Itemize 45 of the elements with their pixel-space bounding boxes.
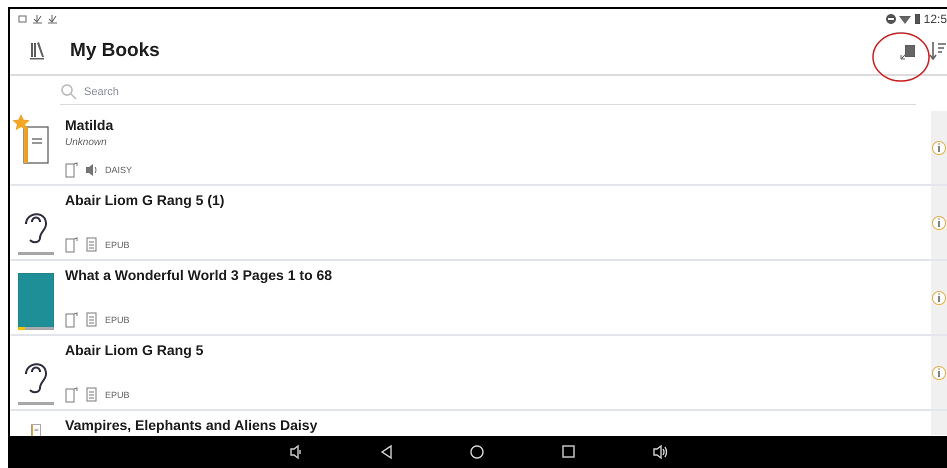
book-author: Unknown bbox=[65, 137, 108, 148]
volume-down-icon bbox=[289, 444, 303, 460]
wifi-icon bbox=[898, 14, 911, 24]
book-title[interactable]: What a Wonderful World 3 Pages 1 to 68 bbox=[65, 267, 931, 283]
book-row[interactable]: Matilda Unknown DAISY bbox=[10, 111, 947, 186]
download-icon bbox=[33, 14, 42, 24]
back-icon bbox=[379, 444, 393, 460]
info-column bbox=[931, 411, 947, 436]
download-icon bbox=[48, 14, 57, 24]
book-row[interactable]: Abair Liom G Rang 5 EPUB bbox=[10, 336, 947, 411]
book-title[interactable]: Matilda bbox=[65, 117, 931, 133]
sort-icon bbox=[929, 41, 947, 61]
book-format: EPUB bbox=[105, 315, 130, 325]
home-icon bbox=[469, 444, 485, 460]
document-icon bbox=[85, 312, 99, 328]
progress-bar bbox=[18, 252, 54, 255]
book-format: EPUB bbox=[105, 390, 130, 400]
phone-icon bbox=[65, 162, 79, 178]
clock-time: 12:5 bbox=[924, 12, 947, 26]
do-not-disturb-icon bbox=[886, 14, 896, 24]
progress-bar bbox=[18, 402, 54, 405]
speaker-icon bbox=[85, 162, 99, 178]
phone-icon bbox=[65, 387, 79, 403]
document-icon bbox=[85, 387, 99, 403]
battery-icon bbox=[914, 14, 921, 24]
recent-apps-icon bbox=[561, 444, 576, 460]
book-title[interactable]: Abair Liom G Rang 5 bbox=[65, 342, 931, 358]
bookshelf-icon bbox=[28, 41, 46, 61]
book-format: DAISY bbox=[105, 165, 132, 175]
search-field[interactable]: Search bbox=[82, 85, 916, 99]
highlight-circle bbox=[871, 31, 931, 83]
phone-icon bbox=[65, 312, 79, 328]
book-row[interactable]: What a Wonderful World 3 Pages 1 to 68 EPUB bbox=[10, 261, 947, 336]
image-icon bbox=[18, 14, 27, 24]
document-icon bbox=[85, 237, 99, 253]
book-title[interactable]: Abair Liom G Rang 5 (1) bbox=[65, 192, 931, 208]
volume-up-icon bbox=[652, 444, 668, 460]
book-title[interactable]: Vampires, Elephants and Aliens Daisy bbox=[65, 417, 931, 433]
phone-icon bbox=[65, 237, 79, 253]
page-title: My Books bbox=[70, 40, 160, 62]
star-icon bbox=[12, 114, 30, 131]
book-format: EPUB bbox=[105, 240, 130, 250]
photo-placeholder bbox=[18, 273, 54, 328]
book-row[interactable]: Abair Liom G Rang 5 (1) EPUB bbox=[10, 186, 947, 261]
search-icon bbox=[60, 83, 78, 101]
